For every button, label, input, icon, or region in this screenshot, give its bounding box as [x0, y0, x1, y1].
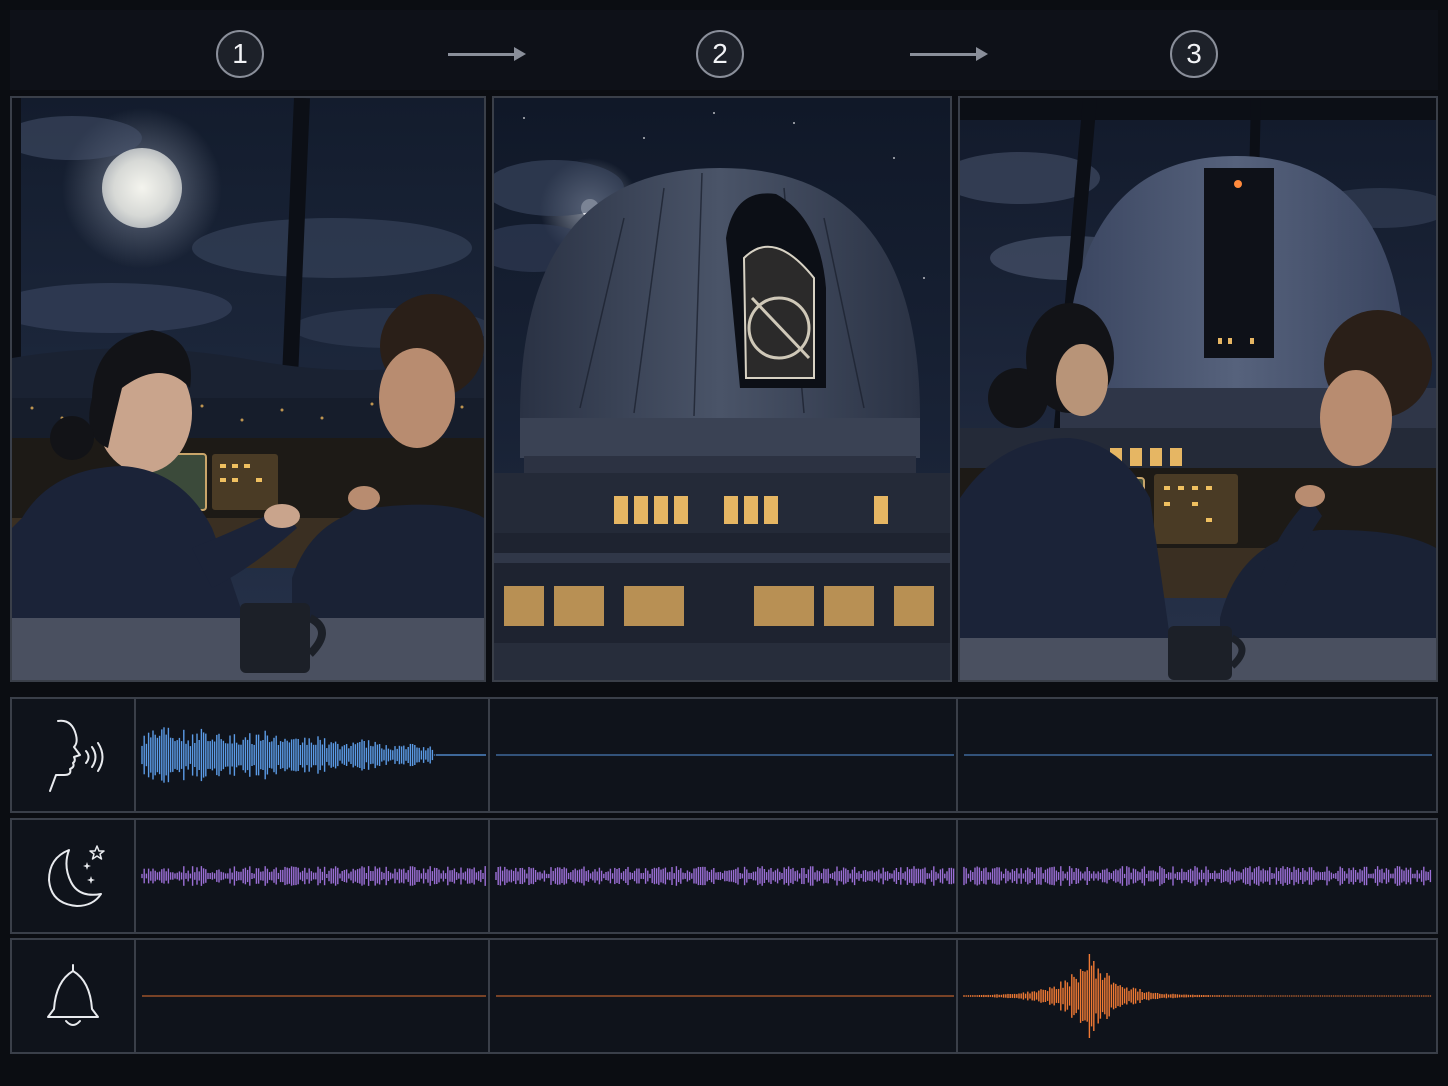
step-3-badge[interactable]: 3: [1170, 30, 1218, 78]
night-ambience-track[interactable]: [10, 818, 1438, 934]
ambience-icon-cell: [12, 820, 136, 932]
scene-panel-2[interactable]: [492, 96, 952, 682]
arrow-right-icon: [448, 47, 526, 61]
step-2-number: 2: [712, 38, 728, 69]
step-header: 1 2 3: [10, 10, 1438, 90]
dialogue-waveform: [141, 727, 1432, 783]
step-1-badge[interactable]: 1: [216, 30, 264, 78]
moon-stars-icon: [48, 845, 105, 907]
speaking-head-icon: [49, 719, 104, 792]
scene-panel-3[interactable]: [958, 96, 1438, 682]
arrow-right-icon: [910, 47, 988, 61]
step-3-number: 3: [1186, 38, 1202, 69]
dialogue-track[interactable]: [10, 697, 1438, 813]
dialogue-icon-cell: [12, 699, 136, 811]
moon-icon: [102, 148, 182, 228]
bell-icon: [47, 964, 99, 1026]
scene-3-illustration: [960, 98, 1436, 680]
ambience-waveform: [141, 866, 1432, 886]
scene-panel-1[interactable]: [10, 96, 486, 682]
bell-track[interactable]: [10, 938, 1438, 1054]
bell-icon-cell: [12, 940, 136, 1052]
step-1-number: 1: [232, 38, 248, 69]
bell-waveform: [142, 954, 1432, 1038]
step-2-badge[interactable]: 2: [696, 30, 744, 78]
scene-2-illustration: [494, 98, 950, 680]
scene-1-illustration: [12, 98, 484, 680]
